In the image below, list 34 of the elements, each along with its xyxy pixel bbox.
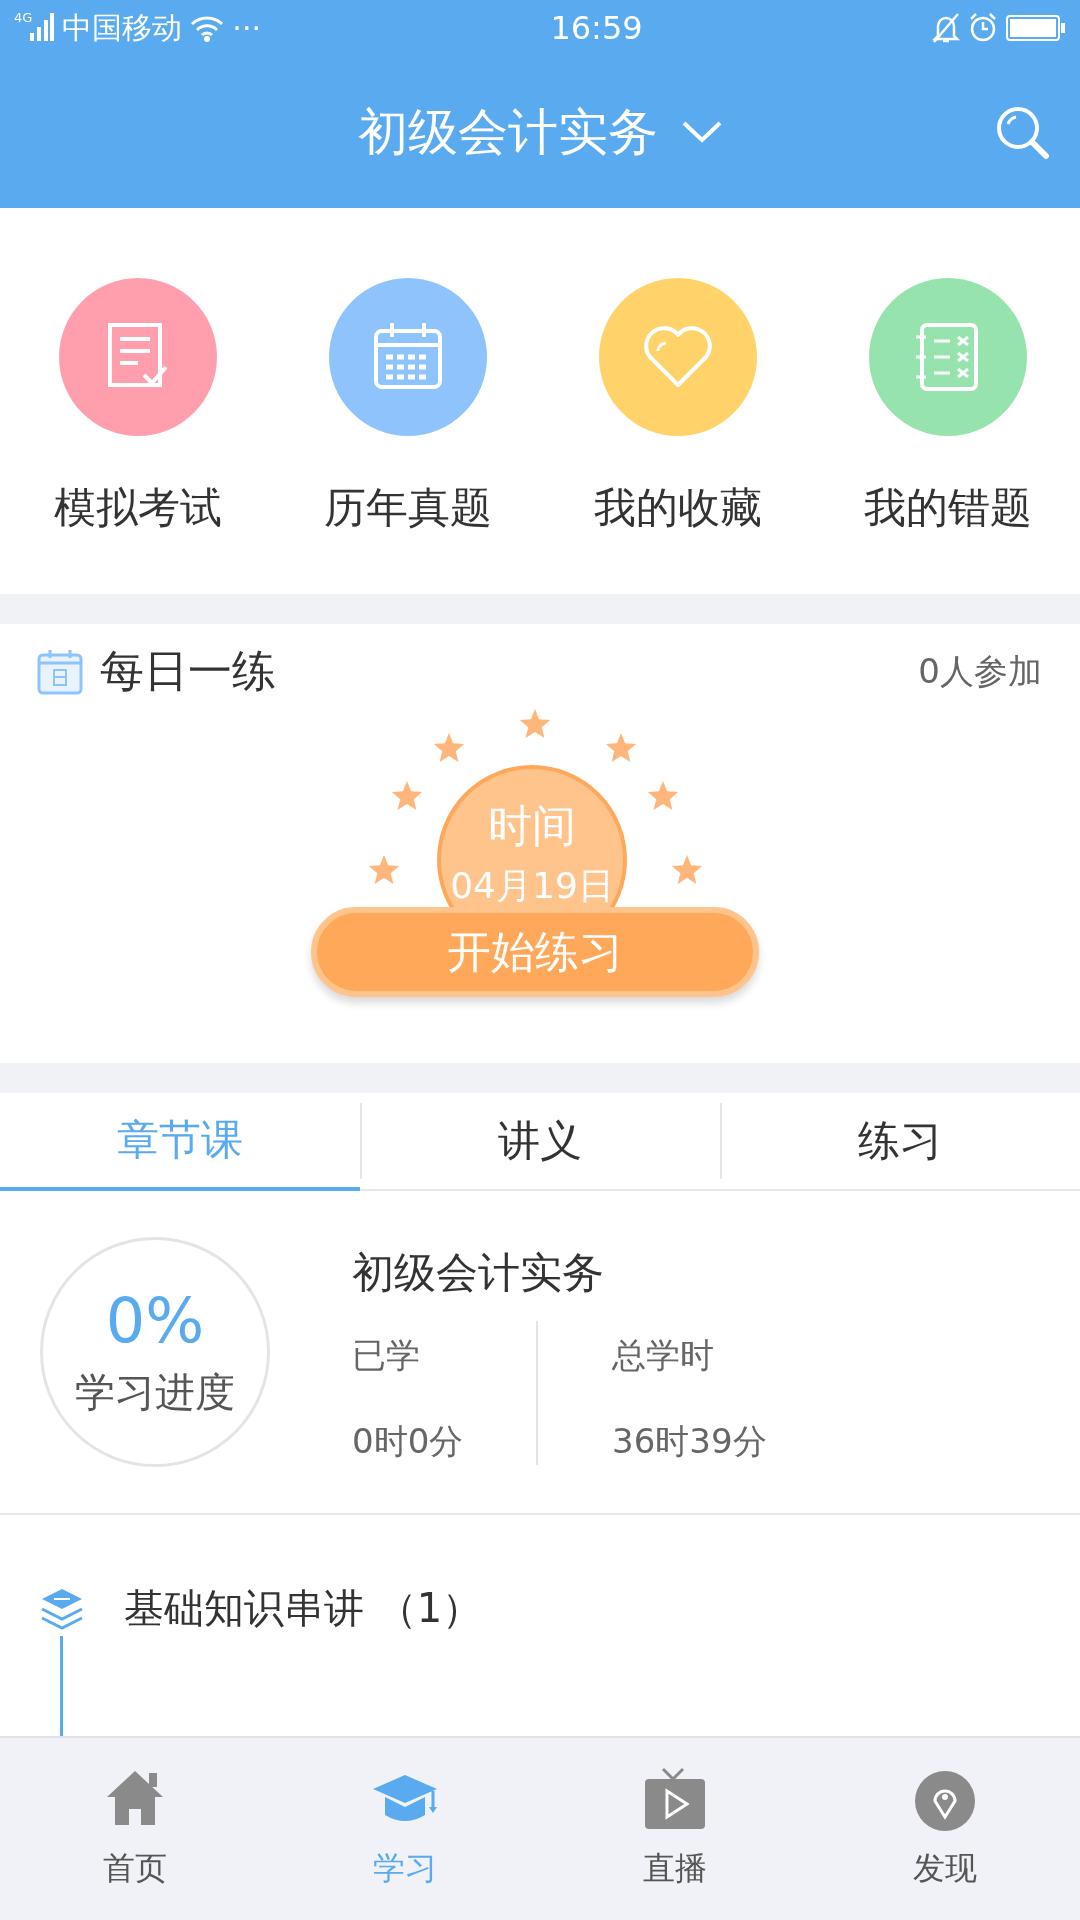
tab[interactable]: 练习 [720,1093,1080,1189]
battery-icon [1006,15,1066,41]
nav-tab[interactable]: 首页 [0,1738,270,1920]
alarm-clock-icon [968,12,998,44]
progress-percent: 0% [105,1284,205,1357]
badge-label: 时间 [488,799,576,853]
carrier-name: 中国移动 [62,8,183,47]
layers-icon [40,1586,84,1631]
status-time: 16:59 [549,9,644,47]
shortcut-label[interactable]: 我的收藏 [594,480,762,536]
search-icon[interactable] [994,104,1050,160]
participant-count: 0人参加 [918,649,1042,693]
shortcut-label[interactable]: 历年真题 [324,480,492,536]
stat-value: 0时0分 [352,1420,465,1463]
stat-label: 总学时 [612,1334,715,1377]
calendar-icon [36,647,84,696]
network-type: 4G [14,10,33,25]
chapter-title[interactable]: 基础知识串讲 （1） [124,1581,483,1636]
nav-tab[interactable]: 直播 [540,1738,810,1920]
more-indicator: ··· [232,10,261,46]
muted-bell-icon [932,12,960,44]
practice-date: 04月19日 [450,864,614,908]
stat-value: 36时39分 [612,1420,768,1463]
course-title: 初级会计实务 [352,1247,605,1299]
progress-label: 学习进度 [75,1368,235,1417]
stat-label: 已学 [352,1334,421,1377]
chevron-down-icon [682,120,722,144]
nav-tab[interactable]: 发现 [810,1738,1080,1920]
signal-icon [30,13,55,43]
shortcut-label[interactable]: 模拟考试 [54,480,222,536]
wifi-icon [190,14,225,42]
section-title: 每日一练 [100,644,277,698]
shortcut-label[interactable]: 我的错题 [864,480,1032,536]
tab[interactable]: 讲义 [360,1093,720,1189]
